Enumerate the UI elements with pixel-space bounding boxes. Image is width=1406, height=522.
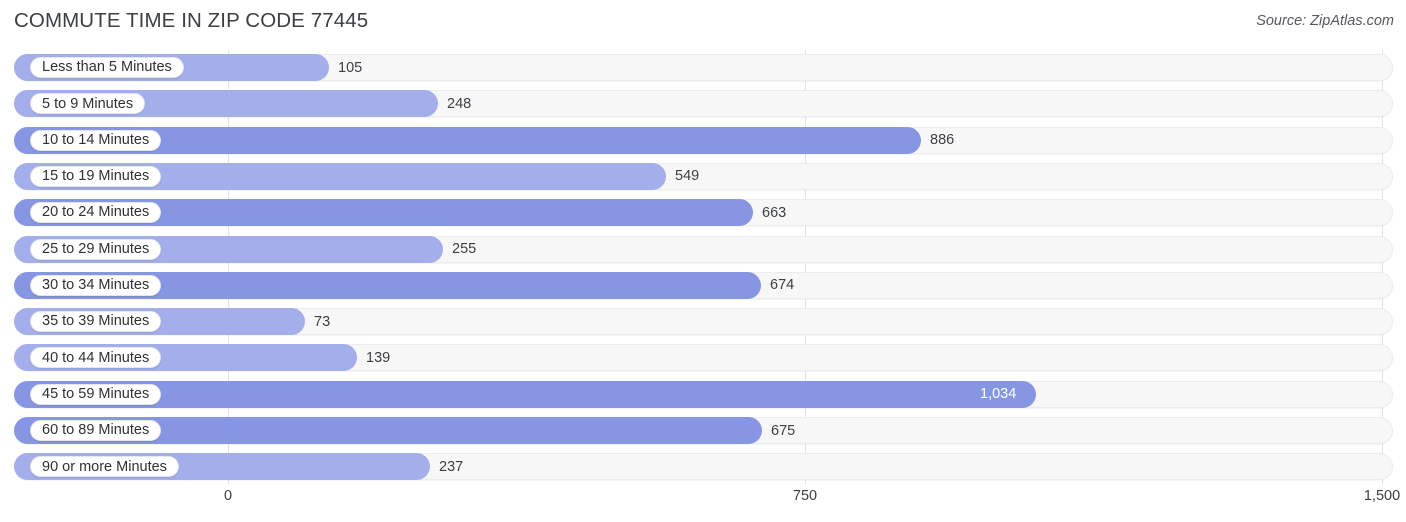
category-label: 35 to 39 Minutes	[42, 313, 150, 330]
page-title: COMMUTE TIME IN ZIP CODE 77445	[14, 9, 369, 32]
value-label-inside: 1,034	[980, 386, 1017, 403]
category-label-pill: 20 to 24 Minutes	[30, 202, 162, 224]
table-row[interactable]: Less than 5 Minutes 105	[14, 54, 1393, 81]
axis-tick-label: 750	[792, 488, 818, 504]
category-label-pill: 90 or more Minutes	[30, 456, 179, 478]
category-label: 5 to 9 Minutes	[42, 95, 134, 112]
source-attribution: Source: ZipAtlas.com	[1256, 13, 1394, 29]
category-label: 60 to 89 Minutes	[42, 422, 150, 439]
table-row[interactable]: 40 to 44 Minutes 139	[14, 344, 1393, 372]
category-label: 40 to 44 Minutes	[42, 349, 150, 366]
category-label: 45 to 59 Minutes	[42, 385, 150, 402]
table-row[interactable]: 25 to 29 Minutes 255	[14, 235, 1393, 263]
value-label: 674	[770, 277, 795, 294]
value-label: 255	[452, 241, 477, 257]
table-row[interactable]: 90 or more Minutes 237	[14, 453, 1393, 481]
category-label: 15 to 19 Minutes	[42, 168, 150, 185]
value-label: 663	[762, 204, 787, 221]
table-row[interactable]: 10 to 14 Minutes 886	[14, 126, 1393, 154]
value-label: 886	[930, 132, 955, 149]
plot-area: Less than 5 Minutes 105 5 to 9 Minutes 248 1…	[0, 46, 1406, 486]
category-label-pill: 30 to 34 Minutes	[30, 274, 162, 296]
value-label: 675	[771, 422, 796, 439]
table-row[interactable]: 15 to 19 Minutes 549	[14, 162, 1393, 190]
category-label-pill: 45 to 59 Minutes	[30, 383, 162, 405]
category-label-pill: 10 to 14 Minutes	[30, 129, 162, 151]
category-label-pill: 5 to 9 Minutes	[30, 93, 146, 115]
axis-tick-label: 0	[223, 488, 233, 504]
category-label-pill: 35 to 39 Minutes	[30, 311, 162, 333]
axis-tick-label: 1,500	[1363, 488, 1401, 504]
commute-time-bar-chart: COMMUTE TIME IN ZIP CODE 77445 Source: Z…	[0, 0, 1406, 522]
table-row[interactable]: 45 to 59 Minutes 1,034	[14, 380, 1393, 408]
x-axis: 0 750 1,500	[0, 486, 1406, 522]
category-label: 10 to 14 Minutes	[42, 131, 150, 148]
value-label: 73	[314, 313, 331, 330]
table-row[interactable]: 60 to 89 Minutes 675	[14, 417, 1393, 444]
category-label: Less than 5 Minutes	[42, 59, 172, 76]
value-label: 248	[447, 95, 472, 112]
category-label-pill: 40 to 44 Minutes	[30, 347, 162, 369]
category-label-pill: 25 to 29 Minutes	[30, 238, 162, 260]
table-row[interactable]: 35 to 39 Minutes 73	[14, 308, 1393, 336]
value-label: 139	[366, 349, 391, 366]
category-label: 90 or more Minutes	[42, 458, 167, 475]
category-label: 20 to 24 Minutes	[42, 204, 150, 221]
value-label: 549	[675, 168, 700, 185]
table-row[interactable]: 30 to 34 Minutes 674	[14, 271, 1393, 299]
chart-header: COMMUTE TIME IN ZIP CODE 77445 Source: Z…	[0, 0, 1406, 46]
value-bar	[14, 380, 1036, 408]
category-label-pill: 60 to 89 Minutes	[30, 420, 162, 441]
value-label: 237	[439, 458, 464, 475]
category-label: 30 to 34 Minutes	[42, 277, 150, 294]
category-label: 25 to 29 Minutes	[42, 240, 150, 257]
table-row[interactable]: 5 to 9 Minutes 248	[14, 90, 1393, 118]
value-label: 105	[338, 59, 363, 76]
category-label-pill: 15 to 19 Minutes	[30, 165, 162, 187]
category-label-pill: Less than 5 Minutes	[30, 57, 184, 78]
table-row[interactable]: 20 to 24 Minutes 663	[14, 199, 1393, 227]
